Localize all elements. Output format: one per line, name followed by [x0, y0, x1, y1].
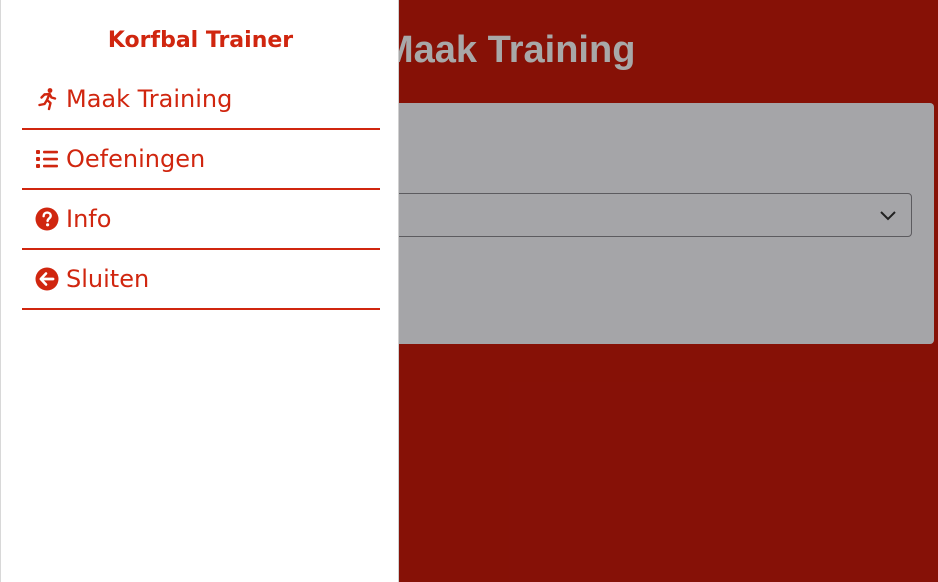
menu-item-label: Maak Training [66, 85, 233, 113]
menu-item-sluiten[interactable]: Sluiten [22, 250, 380, 310]
menu-item-label: Sluiten [66, 265, 150, 293]
menu-item-info[interactable]: Info [22, 190, 380, 250]
side-drawer: Korfbal Trainer Maak Training Oefeningen… [0, 0, 399, 582]
menu-item-label: Info [66, 205, 112, 233]
arrow-circle-left-icon [34, 266, 60, 292]
menu-item-label: Oefeningen [66, 145, 206, 173]
menu-item-oefeningen[interactable]: Oefeningen [22, 130, 380, 190]
drawer-title: Korfbal Trainer [107, 28, 294, 53]
question-circle-icon [34, 206, 60, 232]
running-icon [34, 86, 60, 112]
list-icon [34, 146, 60, 172]
menu-item-maak-training[interactable]: Maak Training [22, 70, 380, 130]
drawer-menu: Maak Training Oefeningen Info Sluiten [22, 70, 380, 310]
